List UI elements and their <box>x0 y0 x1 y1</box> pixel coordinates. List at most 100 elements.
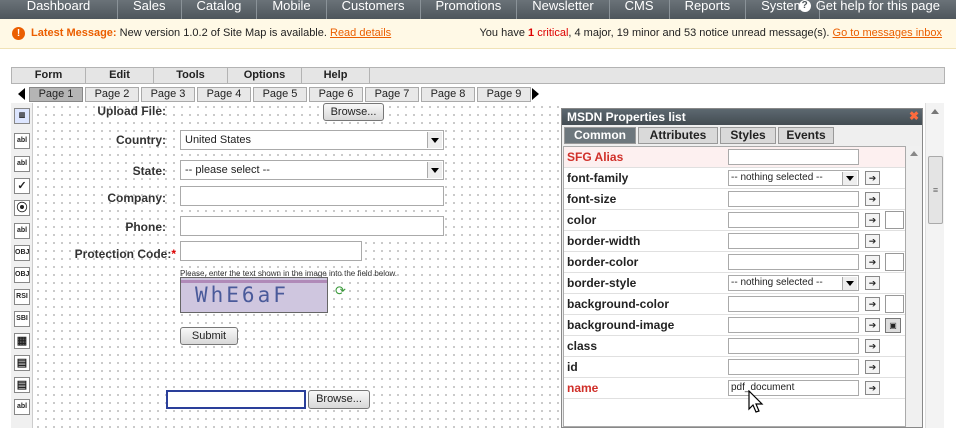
state-select[interactable]: -- please select -- <box>180 160 444 180</box>
assign-arrow-icon[interactable]: ➔ <box>865 360 880 374</box>
nav-newsletter[interactable]: Newsletter <box>517 0 610 19</box>
tool-grid-icon[interactable]: ▦ <box>14 333 30 349</box>
tool-rsi-icon[interactable]: RSI <box>14 289 30 305</box>
tab-page-6[interactable]: Page 6 <box>309 87 363 102</box>
prop-name: border-style <box>567 276 637 290</box>
tab-page-7[interactable]: Page 7 <box>365 87 419 102</box>
tab-page-9[interactable]: Page 9 <box>477 87 531 102</box>
font-size-input[interactable] <box>728 191 859 207</box>
chevron-down-icon <box>842 277 857 290</box>
menu-options[interactable]: Options <box>228 68 302 83</box>
border-color-input[interactable] <box>728 254 859 270</box>
menu-edit[interactable]: Edit <box>86 68 154 83</box>
tool-list2-icon[interactable]: ▤ <box>14 377 30 393</box>
tool-radio-icon[interactable]: ⦿ <box>14 200 30 216</box>
tab-page-3[interactable]: Page 3 <box>141 87 195 102</box>
counts-prefix: You have <box>479 27 525 39</box>
assign-arrow-icon[interactable]: ➔ <box>865 171 880 185</box>
tool-list-icon[interactable]: ▤ <box>14 355 30 371</box>
next-page-arrow-icon[interactable] <box>532 88 539 100</box>
chevron-down-icon <box>842 172 857 185</box>
nav-cms[interactable]: CMS <box>610 0 670 19</box>
nav-customers[interactable]: Customers <box>327 0 421 19</box>
tool-strip: ▥ abl abl ✓ ⦿ abl OBJ OBJ RSI SBI ▦ ▤ ▤ … <box>11 103 33 428</box>
panel-scrollbar[interactable] <box>907 146 921 427</box>
assign-arrow-icon[interactable]: ➔ <box>865 234 880 248</box>
nav-reports[interactable]: Reports <box>670 0 747 19</box>
nav-sales[interactable]: Sales <box>118 0 182 19</box>
assign-arrow-icon[interactable]: ➔ <box>865 381 880 395</box>
tab-common[interactable]: Common <box>564 127 636 144</box>
submit-button[interactable]: Submit <box>180 327 238 345</box>
assign-arrow-icon[interactable]: ➔ <box>865 192 880 206</box>
assign-arrow-icon[interactable]: ➔ <box>865 276 880 290</box>
tab-page-5[interactable]: Page 5 <box>253 87 307 102</box>
prev-page-arrow-icon[interactable] <box>18 88 25 100</box>
tool-textbox-icon[interactable]: abl <box>14 133 30 149</box>
protection-code-input[interactable] <box>180 241 362 261</box>
tool-text-icon[interactable]: abl <box>14 399 30 415</box>
prop-row-color: color ➔ <box>564 210 905 231</box>
border-color-swatch[interactable] <box>885 253 904 271</box>
message-counts: You have 1 critical, 4 major, 19 minor a… <box>479 27 942 39</box>
color-input[interactable] <box>728 212 859 228</box>
tab-page-4[interactable]: Page 4 <box>197 87 251 102</box>
menu-tools[interactable]: Tools <box>154 68 228 83</box>
scroll-up-icon[interactable] <box>931 109 939 114</box>
prop-name: color <box>567 213 597 227</box>
company-input[interactable] <box>180 186 444 206</box>
prop-name: font-size <box>567 192 617 206</box>
assign-arrow-icon[interactable]: ➔ <box>865 213 880 227</box>
image-picker-icon[interactable]: ▣ <box>885 318 901 333</box>
nav-catalog[interactable]: Catalog <box>182 0 258 19</box>
tab-page-1[interactable]: Page 1 <box>29 87 83 102</box>
read-details-link[interactable]: Read details <box>330 27 391 39</box>
form-canvas[interactable]: Upload File: Browse... Country: United S… <box>34 103 560 428</box>
tab-styles[interactable]: Styles <box>720 127 776 144</box>
menu-form[interactable]: Form <box>12 68 86 83</box>
menu-help[interactable]: Help <box>302 68 370 83</box>
assign-arrow-icon[interactable]: ➔ <box>865 318 880 332</box>
messages-inbox-link[interactable]: Go to messages inbox <box>833 27 942 39</box>
assign-arrow-icon[interactable]: ➔ <box>865 339 880 353</box>
nav-promotions[interactable]: Promotions <box>421 0 518 19</box>
background-image-input[interactable] <box>728 317 859 333</box>
browse-button[interactable]: Browse... <box>308 390 370 409</box>
tool-textarea-icon[interactable]: abl <box>14 156 30 172</box>
tab-attributes[interactable]: Attributes <box>638 127 718 144</box>
prop-name: background-color <box>567 297 670 311</box>
background-color-swatch[interactable] <box>885 295 904 313</box>
close-icon[interactable]: ✖ <box>909 110 919 123</box>
scroll-up-icon[interactable] <box>910 151 918 156</box>
color-swatch[interactable] <box>885 211 904 229</box>
scroll-thumb[interactable]: ≡ <box>928 156 943 224</box>
nav-dashboard[interactable]: Dashboard <box>0 0 118 19</box>
phone-input[interactable] <box>180 216 444 236</box>
background-color-input[interactable] <box>728 296 859 312</box>
tool-object2-icon[interactable]: OBJ <box>14 267 30 283</box>
tab-page-2[interactable]: Page 2 <box>85 87 139 102</box>
file-path-input[interactable] <box>166 390 306 409</box>
main-scrollbar[interactable]: ≡ <box>925 103 944 428</box>
tool-checkbox-icon[interactable]: ✓ <box>14 178 30 194</box>
font-family-select[interactable]: -- nothing selected -- <box>728 170 859 186</box>
tab-events[interactable]: Events <box>778 127 834 144</box>
tool-sbi-icon[interactable]: SBI <box>14 311 30 327</box>
browse-button-top[interactable]: Browse... <box>323 103 384 121</box>
tool-label-icon[interactable]: abl <box>14 223 30 239</box>
country-select[interactable]: United States <box>180 130 444 150</box>
help-link[interactable]: ? Get help for this page <box>798 0 940 12</box>
tab-page-8[interactable]: Page 8 <box>421 87 475 102</box>
border-width-input[interactable] <box>728 233 859 249</box>
critical-count: 1 <box>528 27 535 39</box>
id-input[interactable] <box>728 359 859 375</box>
assign-arrow-icon[interactable]: ➔ <box>865 297 880 311</box>
tool-chart-icon[interactable]: ▥ <box>14 108 30 124</box>
class-input[interactable] <box>728 338 859 354</box>
nav-mobile[interactable]: Mobile <box>257 0 327 19</box>
tool-object1-icon[interactable]: OBJ <box>14 245 30 261</box>
refresh-captcha-icon[interactable]: ⟳ <box>335 283 346 299</box>
assign-arrow-icon[interactable]: ➔ <box>865 255 880 269</box>
sfg-alias-input[interactable] <box>728 149 859 165</box>
border-style-select[interactable]: -- nothing selected -- <box>728 275 859 291</box>
